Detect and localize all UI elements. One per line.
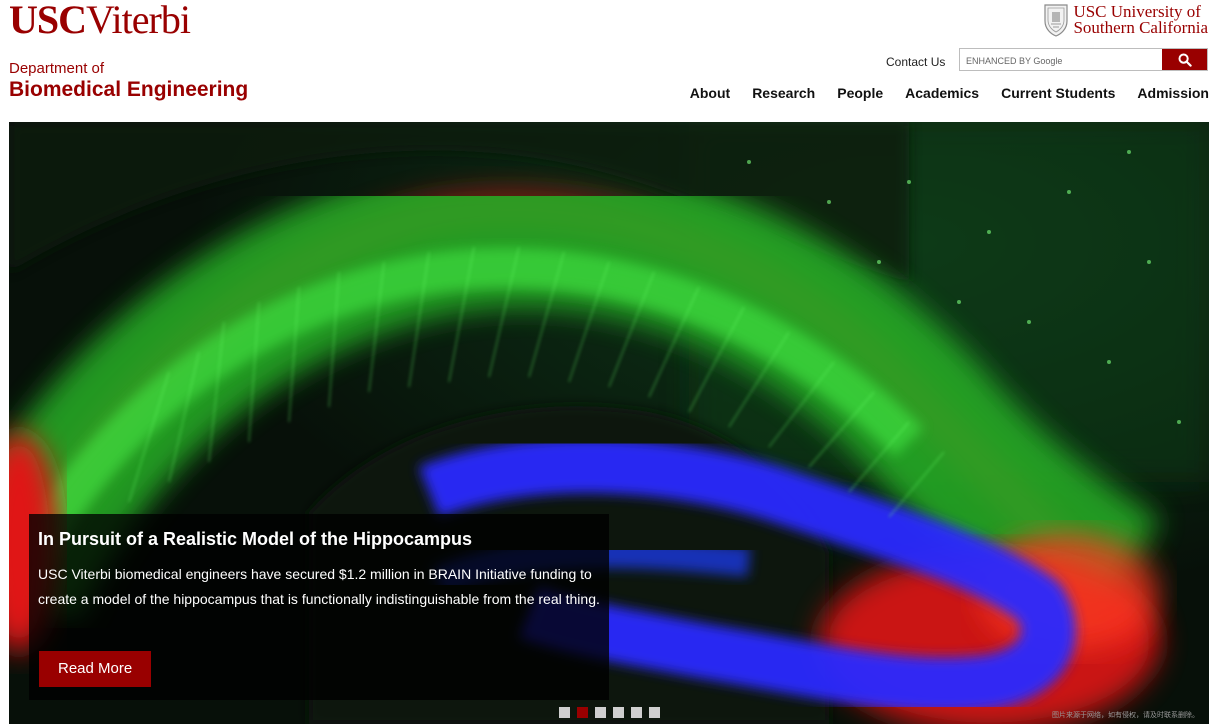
nav-about[interactable]: About [690, 85, 730, 101]
slide-description: USC Viterbi biomedical engineers have se… [38, 566, 600, 607]
contact-us-link[interactable]: Contact Us [886, 55, 945, 69]
university-seal-icon [1044, 4, 1069, 37]
slide-dot-3[interactable] [595, 707, 606, 718]
nav-academics[interactable]: Academics [905, 85, 979, 101]
usc-viterbi-logo[interactable]: USCViterbi [9, 0, 191, 42]
main-nav: About Research People Academics Current … [690, 85, 1209, 101]
slide-dot-1[interactable] [559, 707, 570, 718]
university-logo[interactable]: USC University of Southern California [1043, 3, 1208, 37]
slide-dot-2[interactable] [577, 707, 588, 718]
read-more-button[interactable]: Read More [39, 651, 152, 687]
slide-caption: In Pursuit of a Realistic Model of the H… [29, 514, 609, 700]
department-label: Department of [9, 60, 105, 77]
slider-dots [559, 707, 660, 718]
nav-people[interactable]: People [837, 85, 883, 101]
nav-research[interactable]: Research [752, 85, 815, 101]
logo-viterbi: Viterbi [86, 0, 191, 42]
image-credit: 图片来源于网络，如有侵权，请及时联系删除。 [1052, 712, 1199, 719]
slide-dot-5[interactable] [631, 707, 642, 718]
search-icon [1178, 53, 1192, 67]
slide-dot-6[interactable] [649, 707, 660, 718]
search-input[interactable] [960, 49, 1162, 70]
hero-slider: In Pursuit of a Realistic Model of the H… [9, 122, 1209, 724]
nav-current-students[interactable]: Current Students [1001, 85, 1115, 101]
department-title[interactable]: Biomedical Engineering [9, 78, 248, 102]
slide-dot-4[interactable] [613, 707, 624, 718]
slide-title[interactable]: In Pursuit of a Realistic Model of the H… [38, 526, 600, 552]
university-line2: Southern California [1073, 18, 1208, 37]
search-form [959, 48, 1208, 71]
search-button[interactable] [1162, 49, 1207, 70]
logo-usc: USC [9, 0, 87, 42]
nav-admission[interactable]: Admission [1137, 85, 1209, 101]
